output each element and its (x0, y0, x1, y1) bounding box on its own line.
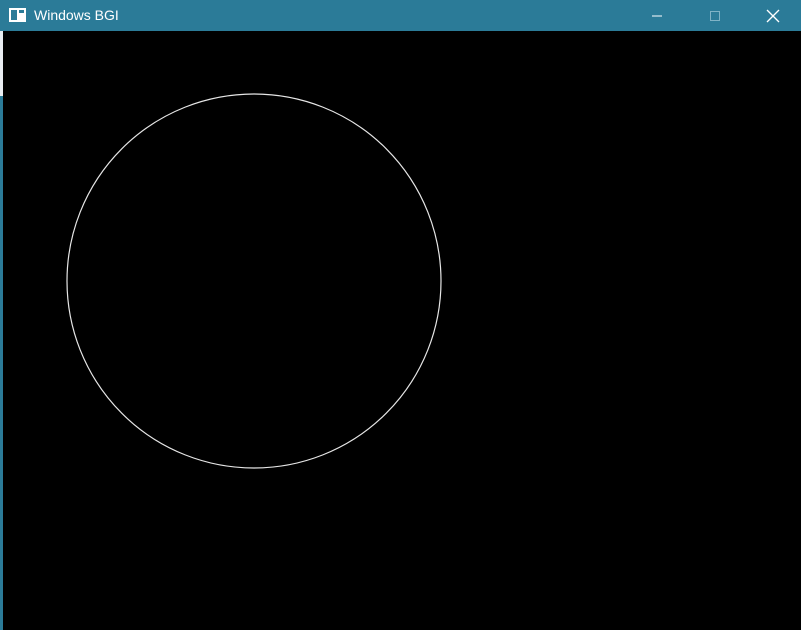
maximize-icon (710, 10, 720, 21)
maximize-button (686, 0, 744, 31)
title-bar[interactable]: Windows BGI (0, 0, 801, 31)
window-title: Windows BGI (34, 7, 119, 23)
canvas-background (3, 31, 801, 630)
minimize-icon (652, 15, 662, 16)
bgi-window: Windows BGI (0, 0, 801, 630)
minimize-button[interactable] (628, 0, 686, 31)
close-icon (766, 9, 780, 22)
graphics-canvas[interactable] (3, 31, 801, 630)
close-button[interactable] (744, 0, 801, 31)
app-window-icon[interactable] (9, 8, 26, 22)
